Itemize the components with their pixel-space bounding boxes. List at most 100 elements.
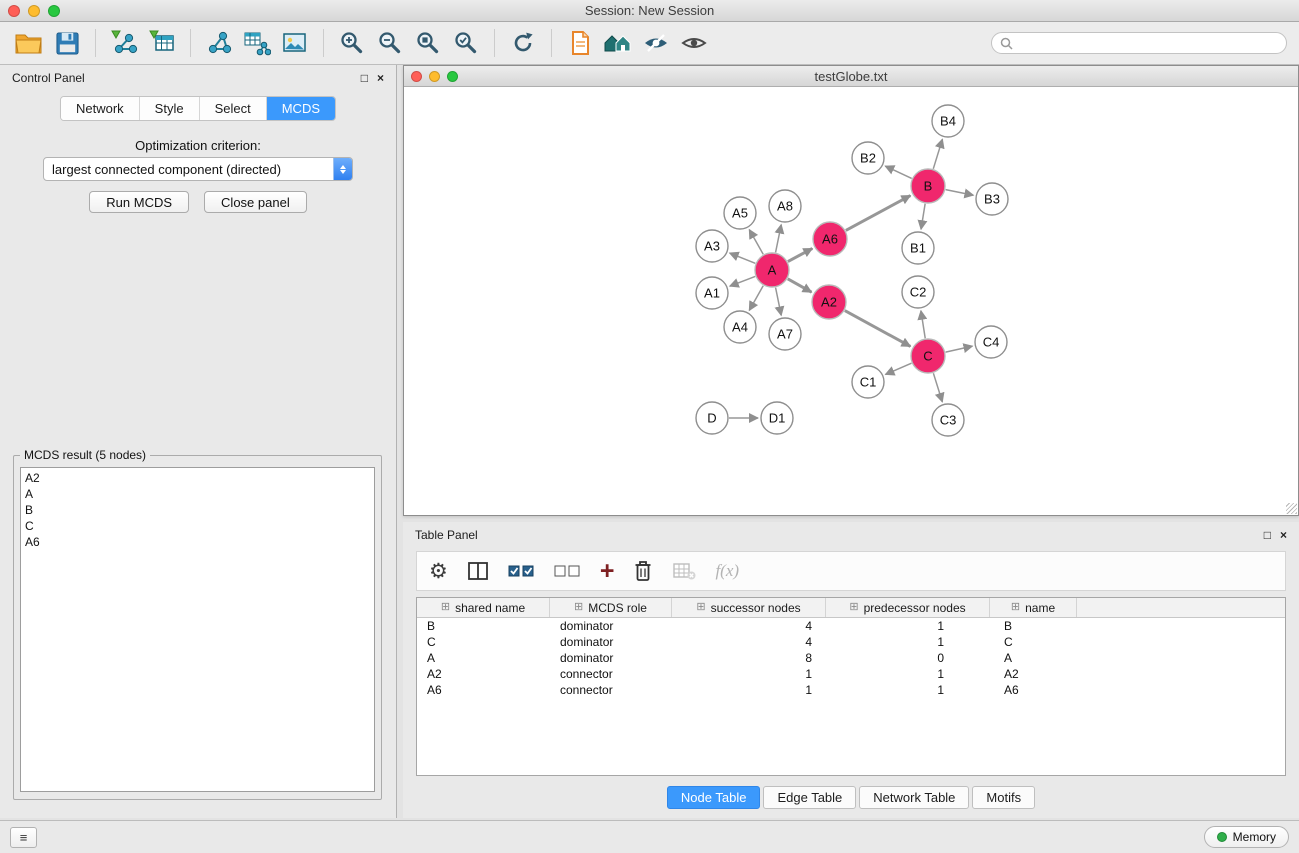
graph-edge-B-B4[interactable] — [933, 139, 942, 169]
hide-details-button[interactable] — [639, 25, 673, 61]
save-session-button[interactable] — [50, 25, 84, 61]
graph-node-label: A8 — [777, 199, 793, 214]
function-builder-button: f(x) — [715, 561, 739, 581]
result-list-item[interactable]: A6 — [25, 534, 370, 550]
close-panel-icon[interactable]: × — [1280, 529, 1287, 541]
column-header-successor-nodes[interactable]: ⊞successor nodes — [672, 598, 826, 617]
table-row[interactable]: Adominator80A — [417, 650, 1285, 666]
result-list-item[interactable]: A — [25, 486, 370, 502]
table-cell: 8 — [672, 651, 826, 665]
window-titlebar: Session: New Session — [0, 0, 1299, 22]
import-network-from-file-button[interactable] — [107, 25, 141, 61]
graph-node-label: A4 — [732, 320, 748, 335]
window-resize-grip[interactable] — [1286, 503, 1297, 514]
open-session-button[interactable] — [12, 25, 46, 61]
tab-network-table[interactable]: Network Table — [859, 786, 969, 809]
result-list-item[interactable]: A2 — [25, 470, 370, 486]
table-panel: Table Panel □ × ⚙ + — [403, 522, 1299, 818]
tab-mcds[interactable]: MCDS — [267, 97, 335, 120]
graph-edge-A-A4[interactable] — [749, 286, 763, 311]
float-panel-icon[interactable]: □ — [1264, 529, 1271, 541]
graph-edge-C-C1[interactable] — [885, 363, 911, 374]
column-type-icon: ⊞ — [441, 602, 450, 613]
status-bar: ≡ Memory — [0, 820, 1299, 853]
home-icon — [603, 31, 633, 55]
select-all-rows-icon[interactable] — [508, 563, 535, 579]
graph-edge-A-A6[interactable] — [788, 248, 812, 261]
graph-edge-B-B2[interactable] — [885, 166, 911, 178]
table-row[interactable]: A2connector11A2 — [417, 666, 1285, 682]
column-header-mcds-role[interactable]: ⊞MCDS role — [550, 598, 672, 617]
new-network-button[interactable] — [202, 25, 236, 61]
search-input[interactable] — [1019, 36, 1278, 50]
tab-motifs[interactable]: Motifs — [972, 786, 1035, 809]
home-neighborhood-button[interactable] — [601, 25, 635, 61]
tab-network[interactable]: Network — [61, 97, 140, 120]
eye-slash-icon — [642, 31, 670, 55]
table-row[interactable]: A6connector11A6 — [417, 682, 1285, 698]
delete-column-trash-icon[interactable] — [633, 559, 653, 583]
task-history-button[interactable]: ≡ — [10, 827, 37, 848]
graph-edge-A-A3[interactable] — [730, 253, 756, 263]
export-image-button[interactable] — [278, 25, 312, 61]
graph-edge-C-C2[interactable] — [921, 311, 925, 338]
toolbar-separator — [190, 29, 191, 57]
graph-edge-C-C4[interactable] — [946, 346, 973, 352]
criterion-dropdown-value: largest connected component (directed) — [44, 162, 333, 177]
graph-edge-A-A2[interactable] — [788, 279, 812, 292]
tab-select[interactable]: Select — [200, 97, 267, 120]
show-columns-icon[interactable] — [467, 561, 489, 581]
zoom-fit-button[interactable] — [411, 25, 445, 61]
graph-edge-A6-B[interactable] — [846, 196, 911, 231]
graph-edge-A-A1[interactable] — [730, 276, 755, 286]
result-list-item[interactable]: B — [25, 502, 370, 518]
tab-style[interactable]: Style — [140, 97, 200, 120]
table-row[interactable]: Bdominator41B — [417, 618, 1285, 634]
graph-edge-C-C3[interactable] — [933, 373, 942, 402]
column-header-name[interactable]: ⊞name — [990, 598, 1077, 617]
graph-node-label: A6 — [822, 232, 838, 247]
mcds-result-list[interactable]: A2ABCA6 — [20, 467, 375, 792]
graph-edge-A2-C[interactable] — [845, 311, 911, 347]
run-mcds-button[interactable]: Run MCDS — [89, 191, 189, 213]
graph-node-label: D — [707, 411, 716, 426]
graph-edge-B-B1[interactable] — [921, 204, 925, 229]
tab-node-table[interactable]: Node Table — [667, 786, 761, 809]
column-header-shared-name[interactable]: ⊞shared name — [417, 598, 550, 617]
memory-status-icon — [1217, 832, 1227, 842]
table-settings-button[interactable]: ⚙ — [429, 561, 448, 582]
zoom-selected-icon — [453, 30, 479, 56]
result-list-item[interactable]: C — [25, 518, 370, 534]
network-canvas[interactable]: B4B2BB3A5A8A6B1A3AC2A1A2A4A7C4CC1C3DD1 — [404, 87, 1298, 515]
table-cell: A6 — [990, 683, 1077, 697]
close-panel-icon[interactable]: × — [377, 72, 384, 84]
graph-edge-A-A7[interactable] — [776, 288, 782, 316]
import-table-from-file-button[interactable] — [145, 25, 179, 61]
show-details-button[interactable] — [677, 25, 711, 61]
dropdown-stepper-icon — [333, 158, 352, 180]
graph-edge-A-A5[interactable] — [749, 230, 763, 255]
close-panel-button[interactable]: Close panel — [204, 191, 307, 213]
graph-edge-B-B3[interactable] — [946, 190, 974, 196]
zoom-selected-button[interactable] — [449, 25, 483, 61]
network-window-title: testGlobe.txt — [404, 69, 1298, 84]
add-column-button[interactable]: + — [600, 560, 615, 582]
graph-edge-A-A8[interactable] — [776, 225, 782, 253]
refresh-view-button[interactable] — [506, 25, 540, 61]
network-from-table-button[interactable] — [240, 25, 274, 61]
memory-button[interactable]: Memory — [1204, 826, 1289, 848]
search-field[interactable] — [991, 32, 1287, 54]
float-panel-icon[interactable]: □ — [361, 72, 368, 84]
column-header-predecessor-nodes[interactable]: ⊞predecessor nodes — [826, 598, 990, 617]
paste-document-button[interactable] — [563, 25, 597, 61]
tab-edge-table[interactable]: Edge Table — [763, 786, 856, 809]
table-row[interactable]: Cdominator41C — [417, 634, 1285, 650]
criterion-dropdown[interactable]: largest connected component (directed) — [43, 157, 353, 181]
deselect-all-rows-icon[interactable] — [554, 563, 581, 579]
zoom-out-icon — [377, 30, 403, 56]
table-cell: B — [990, 619, 1077, 633]
control-panel-tabs: NetworkStyleSelectMCDS — [60, 96, 336, 121]
table-cell: 0 — [826, 651, 990, 665]
zoom-out-button[interactable] — [373, 25, 407, 61]
zoom-in-button[interactable] — [335, 25, 369, 61]
